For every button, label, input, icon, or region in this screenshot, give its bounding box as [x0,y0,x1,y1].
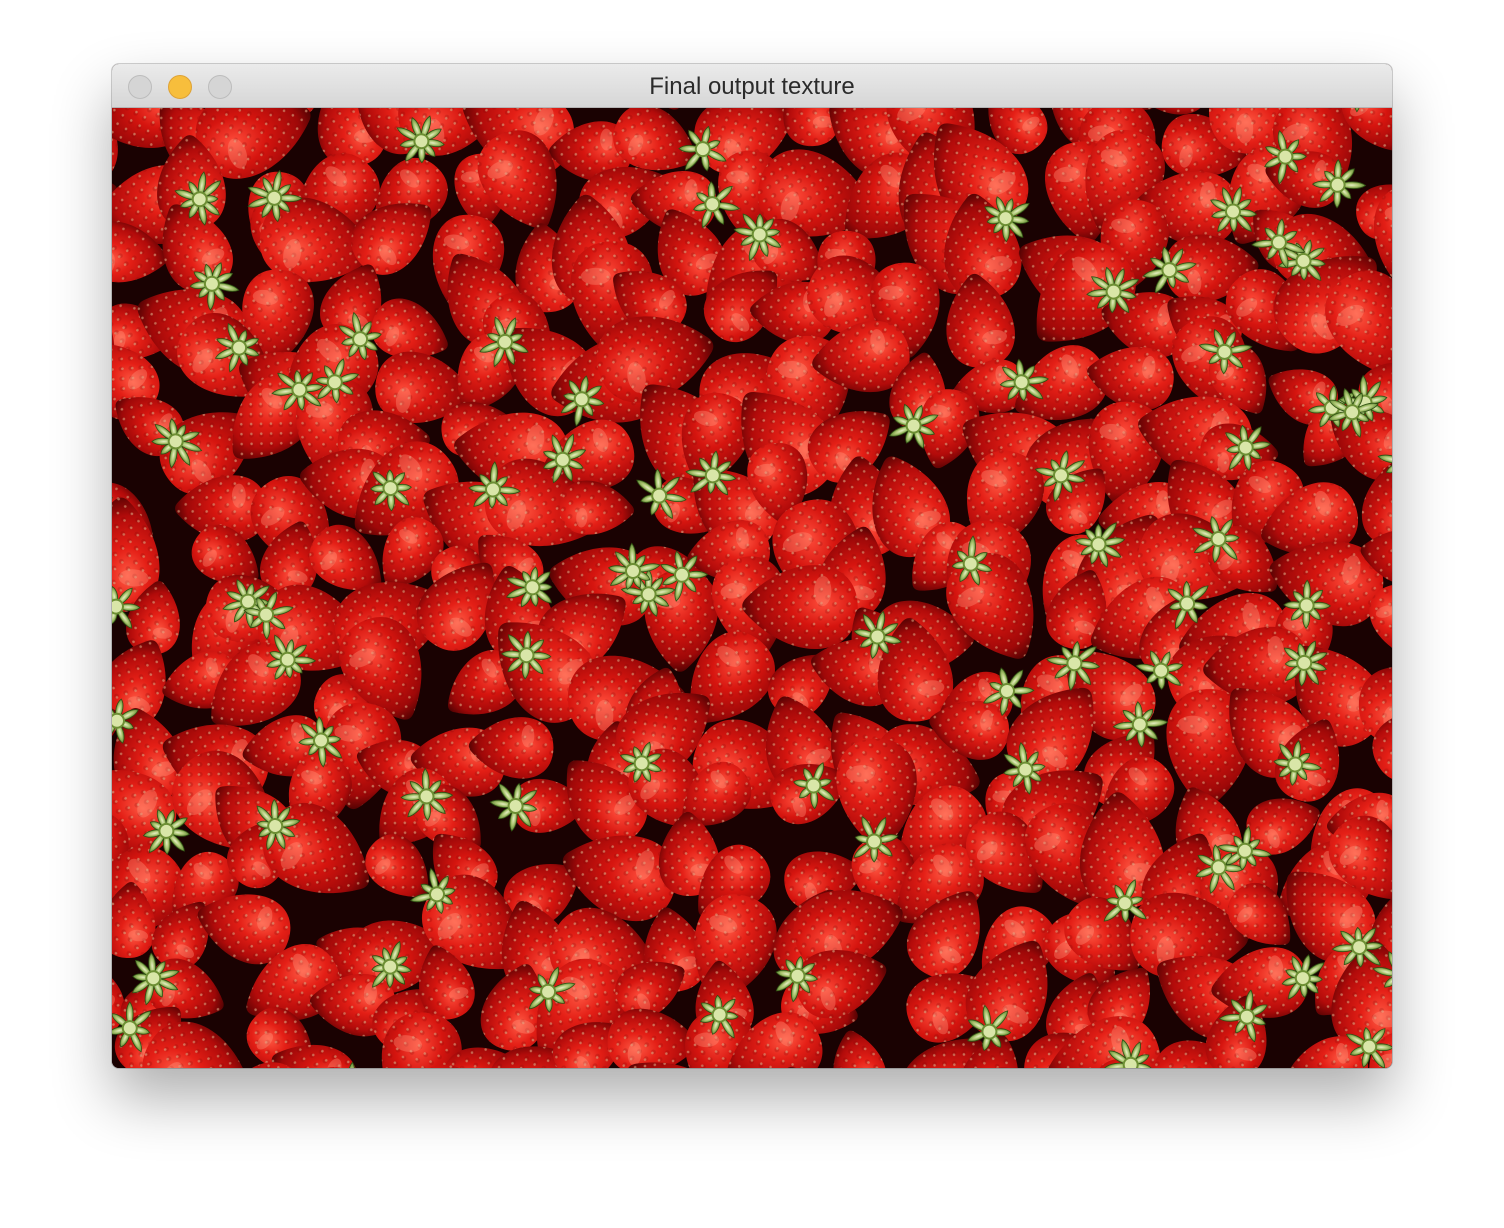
title-bar[interactable]: Final output texture [112,64,1392,108]
texture-image [112,108,1392,1068]
app-window: Final output texture [112,64,1392,1068]
window-title: Final output texture [649,73,855,100]
strawberry-texture [112,108,1392,1068]
